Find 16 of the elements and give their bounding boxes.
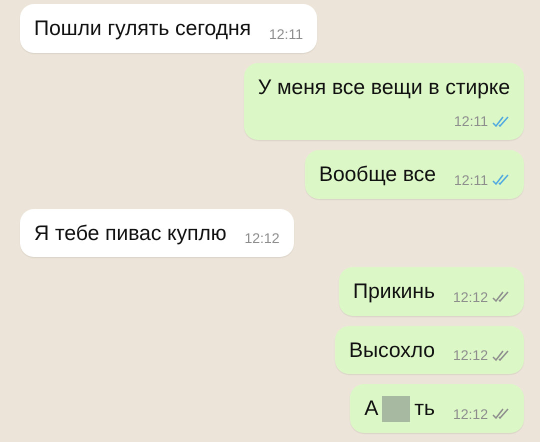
message-time: 12:11 [454,112,488,131]
message-text: Прикинь [352,279,435,305]
message-text: Пошли гулять сегодня [34,16,251,42]
message-time: 12:12 [452,346,488,365]
message-time: 12:12 [244,229,280,248]
message-time: 12:12 [452,288,488,306]
message-text: Вообще все [318,162,436,188]
message-text: Высохло [349,338,435,364]
message-text: ть [414,396,435,422]
censor-block [382,396,410,422]
message-time: 12:12 [452,404,488,424]
message-text: Я тебе пивас куплю [34,220,226,246]
message-time: 12:11 [268,24,303,44]
message-text: А [364,396,378,422]
message-text: У меня все вещи в стирке [258,74,510,100]
message-time: 12:11 [454,170,488,190]
